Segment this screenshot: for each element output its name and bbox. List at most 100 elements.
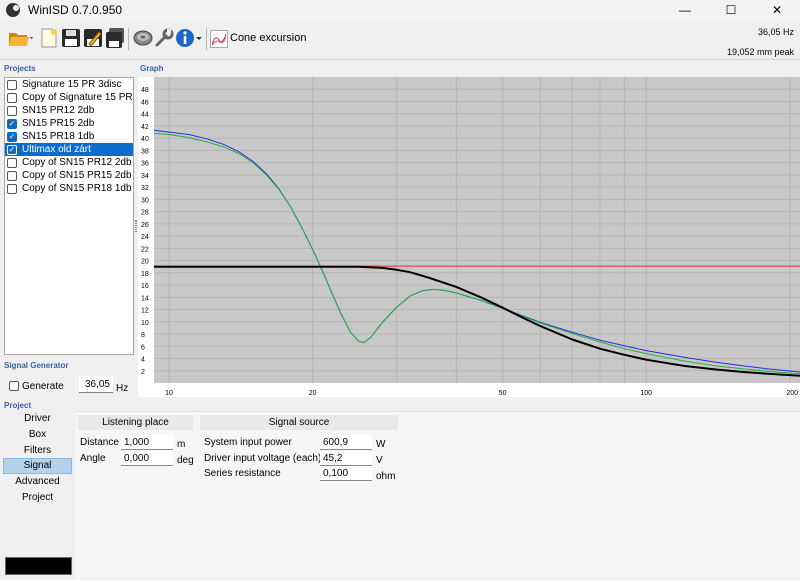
y-tick-label: 6 xyxy=(141,344,145,351)
cone-excursion-chart[interactable]: 2468101214161820222426283032343638404244… xyxy=(138,77,800,397)
y-tick-label: 18 xyxy=(141,271,149,278)
project-section-label: Project xyxy=(4,401,32,410)
project-item[interactable]: Copy of SN15 PR18 1db xyxy=(5,182,133,195)
projects-list[interactable]: Signature 15 PR 3disc Copy of Signature 1… xyxy=(4,77,134,355)
cone-excursion-chart-icon[interactable] xyxy=(210,30,228,48)
project-item[interactable]: ✓ SN15 PR18 1db xyxy=(5,130,133,143)
driver-input-voltage-label: Driver input voltage (each) xyxy=(204,453,322,464)
close-button[interactable]: ✕ xyxy=(754,0,800,20)
x-tick-label: 10 xyxy=(165,390,173,397)
distance-input[interactable] xyxy=(121,435,173,450)
project-item-label: Copy of SN15 PR12 2db xyxy=(22,157,132,168)
y-tick-label: 36 xyxy=(141,161,149,168)
tab-driver[interactable]: Driver xyxy=(0,411,75,427)
wrench-icon[interactable] xyxy=(154,28,174,48)
open-folder-icon[interactable] xyxy=(8,28,36,48)
project-checkbox[interactable] xyxy=(7,157,17,168)
y-tick-label: 42 xyxy=(141,124,149,131)
panel-splitter-handle[interactable] xyxy=(135,220,137,232)
project-checkbox[interactable] xyxy=(7,170,17,181)
distance-label: Distance xyxy=(80,437,119,448)
project-checkbox[interactable]: ✓ xyxy=(7,144,17,155)
series-color-swatch[interactable] xyxy=(5,557,72,575)
graph-panel[interactable]: 2 4 6 8 10 12 14 16 18 20 22 24 26 28 30 32 34 36 38 40 42 44… xyxy=(138,77,800,397)
generate-label: Generate xyxy=(22,381,64,392)
listening-place-header: Listening place xyxy=(78,415,193,430)
y-tick-label: 12 xyxy=(141,308,149,315)
x-tick-label: 50 xyxy=(499,390,507,397)
projects-section-label: Projects xyxy=(4,64,36,73)
x-tick-label: 20 xyxy=(309,390,317,397)
y-tick-label: 38 xyxy=(141,148,149,155)
new-document-icon[interactable] xyxy=(39,28,59,48)
info-icon[interactable] xyxy=(175,28,195,48)
system-input-power-input[interactable] xyxy=(320,435,372,450)
minimize-button[interactable]: — xyxy=(662,0,708,20)
project-item-label: Copy of SN15 PR18 1db xyxy=(22,183,132,194)
tab-signal[interactable]: Signal xyxy=(3,458,72,474)
system-input-power-unit: W xyxy=(376,439,386,450)
y-tick-label: 4 xyxy=(141,357,145,364)
signal-tab-panel xyxy=(75,411,800,579)
y-tick-label: 26 xyxy=(141,222,149,229)
project-item[interactable]: Signature 15 PR 3disc xyxy=(5,78,133,91)
y-tick-label: 28 xyxy=(141,210,149,217)
project-item-label: SN15 PR12 2db xyxy=(22,105,95,116)
chevron-down-icon[interactable] xyxy=(195,28,203,48)
x-tick-label: 100 xyxy=(640,390,652,397)
frequency-readout: 36,05 Hz xyxy=(757,27,794,37)
project-item[interactable]: Copy of SN15 PR15 2db xyxy=(5,169,133,182)
project-checkbox[interactable] xyxy=(7,92,17,103)
generator-frequency-unit: Hz xyxy=(116,383,129,394)
tab-filters[interactable]: Filters xyxy=(0,442,75,458)
project-item-label: Signature 15 PR 3disc xyxy=(22,79,122,90)
generator-frequency-input[interactable] xyxy=(79,376,113,393)
toolbar: Cone excursion 36,05 Hz 19,052 mm peak xyxy=(0,20,800,60)
tab-box[interactable]: Box xyxy=(0,427,75,443)
y-tick-label: 48 xyxy=(141,87,149,94)
series-resistance-unit: ohm xyxy=(376,471,396,482)
series-resistance-input[interactable] xyxy=(320,466,372,481)
project-item[interactable]: ✓ SN15 PR15 2db xyxy=(5,117,133,130)
view-mode-label[interactable]: Cone excursion xyxy=(230,32,306,44)
signal-source-header: Signal source xyxy=(200,415,398,430)
driver-input-voltage-input[interactable] xyxy=(320,451,372,466)
project-checkbox[interactable] xyxy=(7,183,17,194)
project-item-label: Copy of Signature 15 PR 5d xyxy=(22,92,133,103)
project-item[interactable]: SN15 PR12 2db xyxy=(5,104,133,117)
window-title: WinISD 0.7.0.950 xyxy=(28,3,123,17)
project-item[interactable]: Copy of SN15 PR12 2db xyxy=(5,156,133,169)
system-input-power-label: System input power xyxy=(204,437,292,448)
save-all-icon[interactable] xyxy=(105,28,125,48)
y-tick-label: 34 xyxy=(141,173,149,180)
maximize-button[interactable]: ☐ xyxy=(708,0,754,20)
excursion-readout: 19,052 mm peak xyxy=(726,47,794,57)
project-checkbox[interactable] xyxy=(7,79,17,90)
tab-project[interactable]: Project xyxy=(0,489,75,505)
save-as-icon[interactable] xyxy=(83,28,103,48)
y-tick-label: 44 xyxy=(141,112,149,119)
tab-advanced[interactable]: Advanced xyxy=(0,474,75,490)
x-tick-label: 200 xyxy=(786,390,798,397)
y-tick-label: 8 xyxy=(141,332,145,339)
y-tick-label: 46 xyxy=(141,99,149,106)
y-tick-label: 24 xyxy=(141,234,149,241)
project-checkbox[interactable]: ✓ xyxy=(7,131,17,142)
generate-checkbox[interactable] xyxy=(9,381,19,391)
y-tick-label: 22 xyxy=(141,246,149,253)
angle-label: Angle xyxy=(80,453,106,464)
project-item-label: SN15 PR15 2db xyxy=(22,118,95,129)
project-nav: Driver Box Filters Signal Advanced Project xyxy=(0,411,75,579)
y-tick-label: 2 xyxy=(141,369,145,376)
speaker-icon[interactable] xyxy=(133,28,153,48)
project-item[interactable]: ✓ Ultimax old zárt xyxy=(5,143,133,156)
save-icon[interactable] xyxy=(61,28,81,48)
angle-input[interactable] xyxy=(121,451,173,466)
project-checkbox[interactable]: ✓ xyxy=(7,118,17,129)
y-tick-label: 30 xyxy=(141,197,149,204)
project-item[interactable]: Copy of Signature 15 PR 5d xyxy=(5,91,133,104)
y-tick-label: 16 xyxy=(141,283,149,290)
series-resistance-label: Series resistance xyxy=(204,468,281,479)
project-checkbox[interactable] xyxy=(7,105,17,116)
window-controls: — ☐ ✕ xyxy=(662,0,800,20)
